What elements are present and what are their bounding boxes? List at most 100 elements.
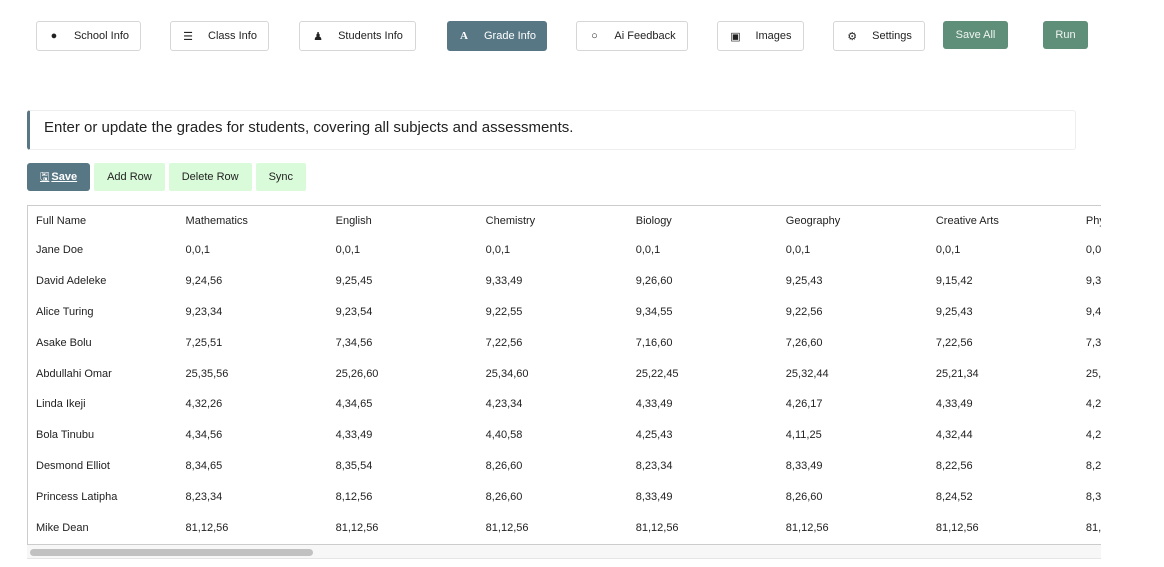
student-name-cell[interactable]: Linda Ikeji [28,389,178,420]
grade-cell[interactable]: 0,0,1 [328,235,478,266]
grade-cell[interactable]: 7,22,56 [478,327,628,358]
add-row-button[interactable]: Add Row [94,163,165,191]
student-name-cell[interactable]: Abdullahi Omar [28,358,178,389]
grade-cell[interactable]: 8,26,60 [478,481,628,512]
column-header[interactable]: Full Name [28,206,178,235]
grade-cell[interactable]: 8,26,60 [778,481,928,512]
student-name-cell[interactable]: Mike Dean [28,512,178,543]
scrollbar-thumb[interactable] [30,549,313,556]
grade-cell[interactable]: 0,0,1 [628,235,778,266]
grade-cell[interactable]: 25,35,56 [178,358,328,389]
grade-cell[interactable]: 4,33,49 [328,420,478,451]
grade-cell[interactable]: 4,40,58 [478,420,628,451]
student-name-cell[interactable]: Princess Latipha [28,481,178,512]
grade-cell[interactable]: 4,33,49 [628,389,778,420]
grade-cell[interactable]: 0,0,1 [1078,235,1101,266]
grade-cell[interactable]: 4,24 [1078,420,1101,451]
grade-cell[interactable]: 8,23,34 [628,451,778,482]
tab-school-info[interactable]: ● School Info [36,21,141,51]
grade-cell[interactable]: 4,34,65 [328,389,478,420]
grade-cell[interactable]: 9,24,56 [178,266,328,297]
grade-cell[interactable]: 0,0,1 [478,235,628,266]
grade-cell[interactable]: 25,21,34 [928,358,1078,389]
tab-class-info[interactable]: ☰ Class Info [170,21,269,51]
grade-cell[interactable]: 7,25,51 [178,327,328,358]
grade-cell[interactable]: 8,23 [1078,451,1101,482]
horizontal-scrollbar[interactable] [27,545,1101,559]
grade-cell[interactable]: 8,33,49 [628,481,778,512]
grade-cell[interactable]: 81,12,56 [178,512,328,543]
student-name-cell[interactable]: Jane Doe [28,235,178,266]
grade-cell[interactable]: 4,34,56 [178,420,328,451]
grade-cell[interactable]: 9,25,43 [778,266,928,297]
grade-cell[interactable]: 7,22,56 [928,327,1078,358]
student-name-cell[interactable]: Asake Bolu [28,327,178,358]
grade-cell[interactable]: 8,26,60 [478,451,628,482]
grade-cell[interactable]: 7,33 [1078,327,1101,358]
grade-cell[interactable]: 4,11,25 [778,420,928,451]
sync-button[interactable]: Sync [255,163,307,191]
grade-cell[interactable]: 8,35,54 [328,451,478,482]
grade-cell[interactable]: 9,22,56 [778,297,928,328]
grade-cell[interactable]: 9,34,55 [628,297,778,328]
grade-cell[interactable]: 9,33 [1078,266,1101,297]
grade-cell[interactable]: 8,34,65 [178,451,328,482]
grade-cell[interactable]: 9,15,42 [928,266,1078,297]
grade-cell[interactable]: 0,0,1 [178,235,328,266]
grade-cell[interactable]: 81,12,56 [928,512,1078,543]
grade-cell[interactable]: 81,1 [1078,512,1101,543]
grade-cell[interactable]: 8,24,52 [928,481,1078,512]
column-header[interactable]: English [328,206,478,235]
grade-cell[interactable]: 9,22,55 [478,297,628,328]
column-header[interactable]: Biology [628,206,778,235]
grade-cell[interactable]: 25,32,44 [778,358,928,389]
grade-cell[interactable]: 9,40 [1078,297,1101,328]
grade-cell[interactable]: 4,26,17 [778,389,928,420]
grade-cell[interactable]: 9,23,54 [328,297,478,328]
grade-cell[interactable]: 9,26,60 [628,266,778,297]
grade-cell[interactable]: 0,0,1 [928,235,1078,266]
grade-cell[interactable]: 8,12,56 [328,481,478,512]
tab-grade-info[interactable]: A Grade Info [447,21,547,51]
column-header[interactable]: Mathematics [178,206,328,235]
grade-cell[interactable]: 9,25,43 [928,297,1078,328]
grade-cell[interactable]: 25,34,60 [478,358,628,389]
student-name-cell[interactable]: David Adeleke [28,266,178,297]
tab-images[interactable]: ▣ Images [717,21,804,51]
column-header[interactable]: Chemistry [478,206,628,235]
student-name-cell[interactable]: Desmond Elliot [28,451,178,482]
tab-settings[interactable]: ⚙ Settings [833,21,925,51]
student-name-cell[interactable]: Bola Tinubu [28,420,178,451]
grade-cell[interactable]: 4,32,44 [928,420,1078,451]
delete-row-button[interactable]: Delete Row [168,163,252,191]
grade-cell[interactable]: 9,33,49 [478,266,628,297]
run-button[interactable]: Run [1043,21,1088,49]
save-button[interactable]: 🖫 Save [27,163,91,191]
grade-cell[interactable]: 7,26,60 [778,327,928,358]
grade-cell[interactable]: 8,31 [1078,481,1101,512]
grade-cell[interactable]: 9,25,45 [328,266,478,297]
grade-cell[interactable]: 7,16,60 [628,327,778,358]
grade-cell[interactable]: 25,3 [1078,358,1101,389]
column-header[interactable]: Physics [1078,206,1101,235]
grade-cell[interactable]: 8,33,49 [778,451,928,482]
column-header[interactable]: Geography [778,206,928,235]
grade-cell[interactable]: 0,0,1 [778,235,928,266]
grade-cell[interactable]: 8,22,56 [928,451,1078,482]
grade-cell[interactable]: 25,26,60 [328,358,478,389]
grade-cell[interactable]: 4,33,49 [928,389,1078,420]
grade-cell[interactable]: 9,23,34 [178,297,328,328]
grade-cell[interactable]: 4,22 [1078,389,1101,420]
grade-cell[interactable]: 25,22,45 [628,358,778,389]
grade-cell[interactable]: 81,12,56 [478,512,628,543]
tab-students-info[interactable]: ♟ Students Info [299,21,416,51]
grade-cell[interactable]: 8,23,34 [178,481,328,512]
grade-cell[interactable]: 81,12,56 [628,512,778,543]
grade-cell[interactable]: 4,23,34 [478,389,628,420]
grade-cell[interactable]: 81,12,56 [778,512,928,543]
grade-cell[interactable]: 4,25,43 [628,420,778,451]
student-name-cell[interactable]: Alice Turing [28,297,178,328]
save-all-button[interactable]: Save All [943,21,1008,49]
grade-cell[interactable]: 81,12,56 [328,512,478,543]
grade-cell[interactable]: 4,32,26 [178,389,328,420]
